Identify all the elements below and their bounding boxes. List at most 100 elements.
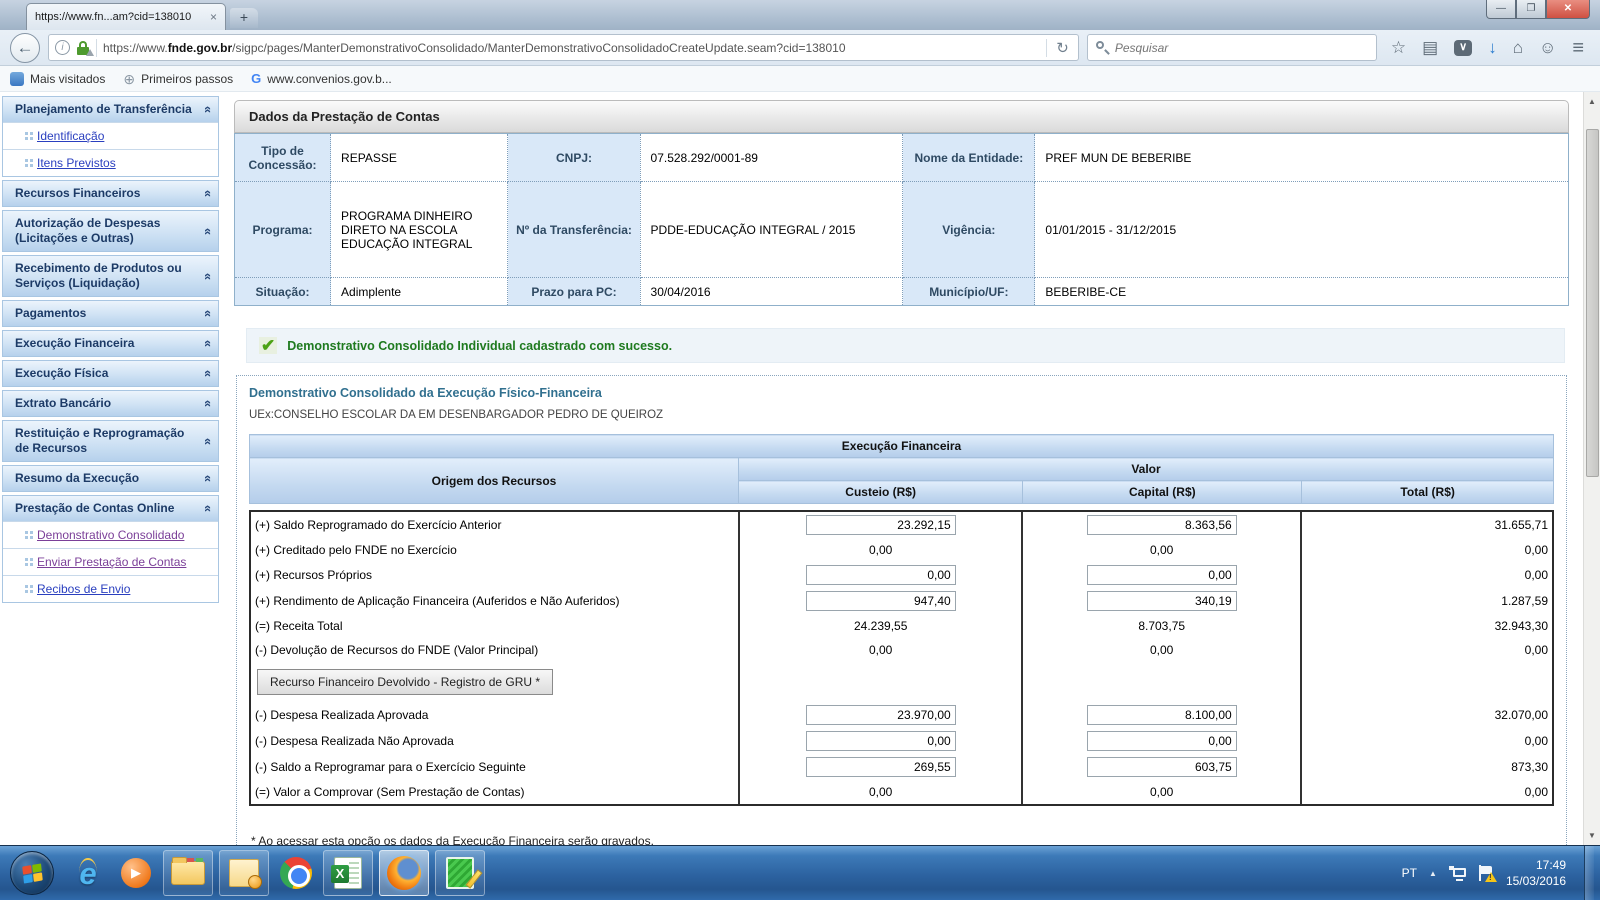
- custeio-input[interactable]: [805, 705, 956, 725]
- clock[interactable]: 17:49 15/03/2016: [1506, 857, 1566, 889]
- custeio-value: 24.239,55: [737, 614, 1023, 638]
- excel-icon: X: [331, 857, 362, 889]
- sidebar-section-pagamentos: Pagamentos «: [2, 300, 219, 327]
- sidebar-item-itens-previstos[interactable]: Itens Previstos: [3, 149, 218, 176]
- hello-icon[interactable]: ☺: [1539, 39, 1556, 56]
- sidebar-item-enviar-prestacao[interactable]: Enviar Prestação de Contas: [3, 548, 218, 575]
- custeio-input[interactable]: [805, 731, 956, 751]
- sidebar-item-identificacao[interactable]: Identificação: [3, 122, 218, 149]
- network-icon[interactable]: [1448, 865, 1466, 881]
- sidebar-header-resumo[interactable]: Resumo da Execução «: [3, 466, 218, 491]
- sidebar-item-recibos-envio[interactable]: Recibos de Envio: [3, 575, 218, 602]
- sidebar-header-recursos-financeiros[interactable]: Recursos Financeiros «: [3, 181, 218, 206]
- main-panel: Dados da Prestação de Contas Tipo de Con…: [222, 92, 1583, 845]
- sidebar-section-recebimento: Recebimento de Produtos ou Serviços (Liq…: [2, 255, 219, 297]
- info-value: 01/01/2015 - 31/12/2015: [1034, 181, 1569, 278]
- sidebar-header-execucao-fisica[interactable]: Execução Física «: [3, 361, 218, 386]
- total-value: 31.655,71: [1299, 512, 1552, 538]
- reload-icon[interactable]: ↻: [1053, 39, 1072, 57]
- capital-input[interactable]: [1086, 591, 1237, 611]
- system-tray: PT ▲ 17:49 15/03/2016: [1402, 846, 1594, 900]
- taskbar-item-explorer[interactable]: [163, 850, 213, 896]
- sidebar-header-autorizacao-despesas[interactable]: Autorização de Despesas (Licitações e Ou…: [3, 211, 218, 251]
- sidebar-header-restituicao[interactable]: Restituição e Reprogramação de Recursos …: [3, 421, 218, 461]
- scroll-down-icon[interactable]: ▼: [1588, 826, 1596, 845]
- tray-expand-icon[interactable]: ▲: [1429, 869, 1437, 878]
- search-box[interactable]: [1086, 34, 1377, 61]
- tab-close-icon[interactable]: ×: [210, 10, 217, 24]
- capital-input[interactable]: [1086, 515, 1237, 535]
- sidebar-header-pagamentos[interactable]: Pagamentos «: [3, 301, 218, 326]
- google-icon: G: [251, 71, 262, 86]
- show-desktop-button[interactable]: [1584, 846, 1594, 900]
- col-origem-header: Origem dos Recursos: [249, 457, 739, 504]
- col-valor-header: Valor: [738, 457, 1554, 481]
- taskbar-item-media-player[interactable]: ▶: [115, 851, 157, 895]
- capital-input[interactable]: [1086, 705, 1237, 725]
- custeio-input[interactable]: [805, 757, 956, 777]
- row-label: (-) Despesa Realizada Aprovada: [255, 708, 429, 722]
- taskbar-item-outlook[interactable]: [219, 850, 269, 896]
- taskbar-item-chrome[interactable]: [275, 851, 317, 895]
- restore-button[interactable]: ❐: [1516, 0, 1546, 19]
- home-icon[interactable]: ⌂: [1513, 39, 1523, 56]
- browser-tab[interactable]: https://www.fn...am?cid=138010 ×: [26, 3, 226, 30]
- sidebar-section-extrato-bancario: Extrato Bancário «: [2, 390, 219, 417]
- bookmark-primeiros-passos[interactable]: ⊕ Primeiros passos: [123, 72, 233, 86]
- collapse-icon: «: [200, 504, 216, 513]
- url-text[interactable]: https://www.fnde.gov.br/sigpc/pages/Mant…: [103, 41, 1040, 55]
- capital-input[interactable]: [1086, 757, 1237, 777]
- capital-input[interactable]: [1086, 731, 1237, 751]
- taskbar-item-firefox[interactable]: [379, 850, 429, 896]
- custeio-input[interactable]: [805, 565, 956, 585]
- total-value: 32.070,00: [1299, 702, 1552, 728]
- sidebar-section-planejamento: Planejamento de Transferência « Identifi…: [2, 96, 219, 177]
- close-button[interactable]: ✕: [1546, 0, 1590, 19]
- info-value: PREF MUN DE BEBERIBE: [1034, 133, 1569, 182]
- info-value: Adimplente: [330, 277, 509, 306]
- language-indicator[interactable]: PT: [1402, 866, 1417, 880]
- minimize-button[interactable]: —: [1486, 0, 1516, 19]
- sidebar-header-extrato-bancario[interactable]: Extrato Bancário «: [3, 391, 218, 416]
- sidebar-section-execucao-financeira: Execução Financeira «: [2, 330, 219, 357]
- bookmarks-panel-icon[interactable]: ▤: [1422, 39, 1438, 56]
- sidebar-item-demonstrativo-consolidado[interactable]: Demonstrativo Consolidado: [3, 521, 218, 548]
- custeio-input[interactable]: [805, 591, 956, 611]
- url-bar[interactable]: i https://www.fnde.gov.br/sigpc/pages/Ma…: [48, 34, 1079, 61]
- pocket-icon[interactable]: ∨: [1454, 39, 1473, 56]
- back-button[interactable]: ←: [10, 32, 40, 63]
- sidebar-header-planejamento[interactable]: Planejamento de Transferência «: [3, 97, 218, 122]
- start-button[interactable]: [10, 851, 54, 895]
- page-info-icon[interactable]: i: [55, 40, 70, 55]
- scroll-up-icon[interactable]: ▲: [1588, 92, 1596, 111]
- sidebar-header-prestacao-online[interactable]: Prestação de Contas Online «: [3, 496, 218, 521]
- custeio-input[interactable]: [805, 515, 956, 535]
- taskbar-item-notepad[interactable]: [435, 850, 485, 896]
- info-value: 30/04/2016: [639, 277, 904, 306]
- bookmark-mais-visitados[interactable]: Mais visitados: [10, 71, 105, 86]
- table-row: (=) Valor a Comprovar (Sem Prestação de …: [251, 780, 1552, 804]
- search-input[interactable]: [1114, 40, 1368, 55]
- execucao-financeira-table: Execução Financeira Origem dos Recursos …: [249, 434, 1554, 806]
- taskbar-item-excel[interactable]: X: [323, 850, 373, 896]
- vertical-scrollbar[interactable]: ▲ ▼: [1583, 92, 1600, 845]
- collapse-icon: «: [200, 309, 216, 318]
- ssl-lock-icon[interactable]: [76, 40, 94, 56]
- action-center-icon[interactable]: [1478, 865, 1497, 882]
- total-value: 0,00: [1299, 728, 1552, 754]
- bookmark-star-icon[interactable]: ☆: [1391, 39, 1406, 56]
- total-value: 873,30: [1299, 754, 1552, 780]
- row-label: (+) Saldo Reprogramado do Exercício Ante…: [255, 518, 502, 532]
- scrollbar-thumb[interactable]: [1585, 129, 1599, 477]
- menu-icon[interactable]: ≡: [1572, 38, 1584, 58]
- taskbar-item-internet-explorer[interactable]: e: [67, 851, 109, 895]
- gru-button[interactable]: Recurso Financeiro Devolvido - Registro …: [257, 669, 554, 695]
- downloads-icon[interactable]: ↓: [1488, 39, 1497, 56]
- collapse-icon: «: [200, 437, 216, 445]
- sidebar-header-execucao-financeira[interactable]: Execução Financeira «: [3, 331, 218, 356]
- gru-button-row: Recurso Financeiro Devolvido - Registro …: [251, 662, 1552, 702]
- capital-input[interactable]: [1086, 565, 1237, 585]
- bookmark-convenios[interactable]: G www.convenios.gov.b...: [251, 71, 392, 86]
- new-tab-button[interactable]: +: [230, 8, 258, 28]
- sidebar-header-recebimento[interactable]: Recebimento de Produtos ou Serviços (Liq…: [3, 256, 218, 296]
